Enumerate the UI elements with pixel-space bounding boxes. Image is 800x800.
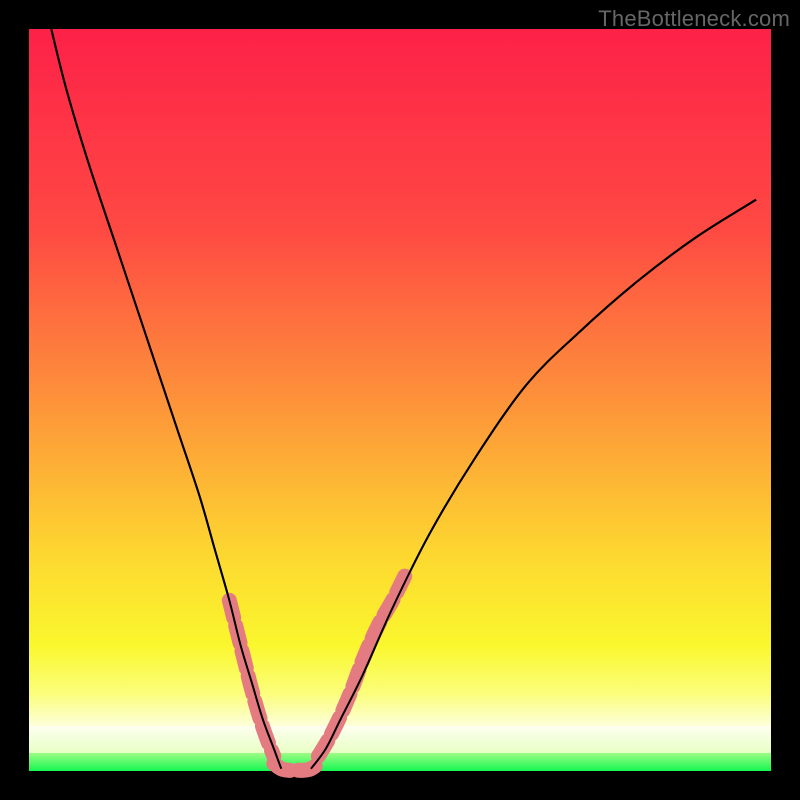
series-right-thick-pink [318,571,407,757]
chart-curves [29,29,771,771]
watermark: TheBottleneck.com [598,6,790,32]
series-right-branch [311,200,756,769]
plot-area [29,29,771,771]
chart-root: TheBottleneck.com [0,0,800,800]
series-right-branch-overlay [311,200,756,769]
